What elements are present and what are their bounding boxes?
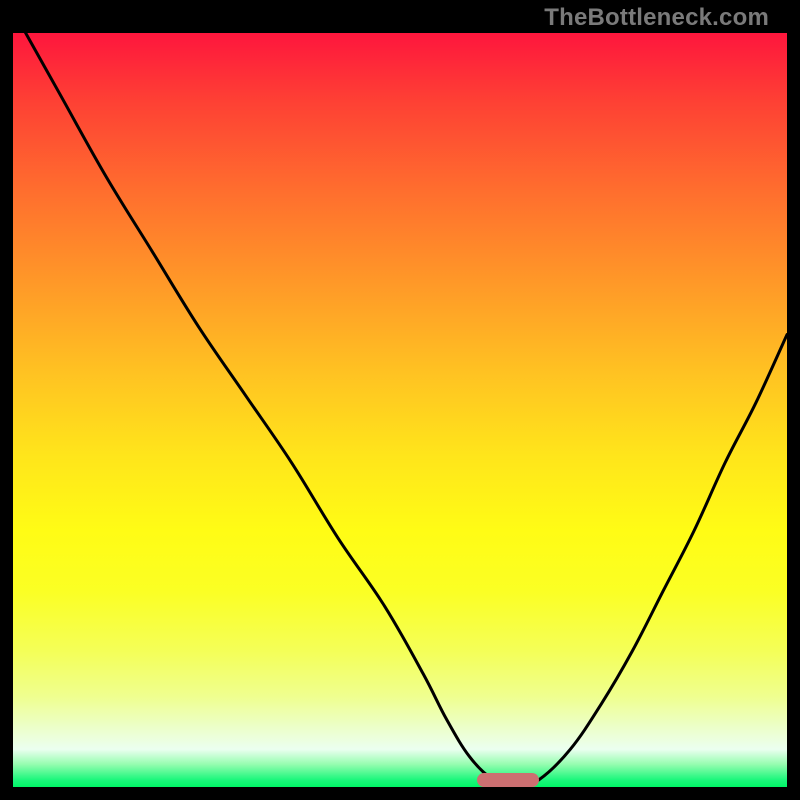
watermark-text: TheBottleneck.com [544,4,769,32]
chart-frame: TheBottleneck.com [13,0,787,787]
plot-area [13,33,787,787]
bottleneck-curve [13,33,787,787]
optimal-range-marker [477,773,539,787]
